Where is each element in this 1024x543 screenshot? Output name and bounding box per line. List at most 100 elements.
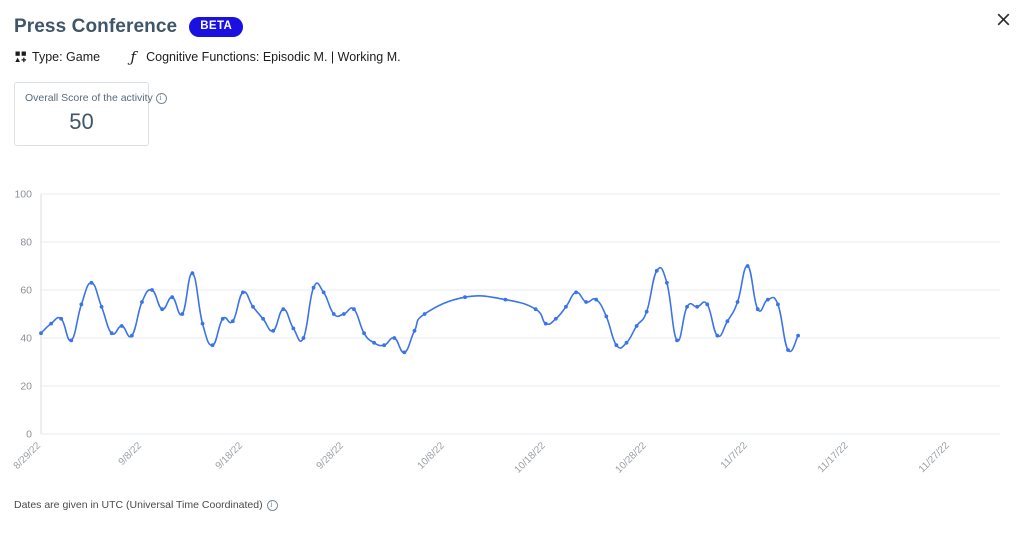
data-point[interactable] [372, 340, 377, 345]
data-point[interactable] [331, 312, 336, 316]
data-point[interactable] [412, 328, 417, 333]
data-point[interactable] [59, 316, 64, 321]
data-point[interactable] [170, 295, 175, 300]
data-point[interactable] [503, 297, 508, 302]
data-point[interactable] [382, 343, 387, 348]
data-point[interactable] [261, 316, 265, 321]
data-point[interactable] [271, 328, 276, 333]
score-over-time-chart: 0 20 40 60 80 100 8/29/22 9/8/22 9/18/22 9/28/22 1… [0, 170, 1024, 480]
timezone-note-label: Dates are given in UTC (Universal Time C… [14, 499, 263, 511]
data-point[interactable] [594, 297, 599, 302]
data-point[interactable] [119, 324, 124, 328]
data-point[interactable] [301, 336, 306, 340]
data-point[interactable] [725, 319, 730, 324]
data-point[interactable] [735, 300, 740, 304]
data-point[interactable] [39, 331, 43, 336]
data-point[interactable] [311, 285, 316, 290]
data-point[interactable] [220, 316, 225, 321]
data-point[interactable] [240, 290, 245, 295]
data-point[interactable] [715, 333, 720, 338]
info-icon[interactable] [155, 92, 167, 104]
data-point[interactable] [109, 331, 114, 336]
data-point[interactable] [140, 300, 144, 304]
series-line [40, 265, 799, 354]
data-point[interactable] [644, 309, 649, 314]
data-point[interactable] [251, 304, 255, 309]
data-point[interactable] [281, 307, 286, 312]
page-title: Press Conference [14, 16, 178, 37]
x-axis-tick: 9/28/22 [315, 440, 347, 472]
x-axis-tick-label: 10/8/22 [416, 440, 448, 472]
data-point[interactable] [543, 321, 548, 326]
data-point[interactable] [180, 312, 185, 316]
data-point[interactable] [584, 300, 589, 304]
data-point[interactable] [634, 324, 639, 328]
data-point[interactable] [422, 312, 427, 316]
title-row: Press Conference BETA [14, 16, 1006, 38]
overall-score-label-row: Overall Score of the activity [25, 92, 167, 104]
data-point[interactable] [604, 314, 609, 319]
x-axis-tick: 10/18/22 [513, 440, 549, 476]
data-point[interactable] [150, 288, 154, 292]
y-axis-tick-label: 60 [20, 285, 32, 297]
data-point[interactable] [129, 333, 134, 338]
x-axis-tick-label: 10/28/22 [613, 440, 649, 476]
data-point[interactable] [230, 319, 235, 324]
data-point[interactable] [49, 321, 53, 326]
data-point[interactable] [675, 338, 679, 343]
overall-score-card: Overall Score of the activity 50 [14, 82, 167, 146]
x-axis-tick: 11/17/22 [816, 440, 851, 475]
data-point[interactable] [553, 316, 558, 321]
data-point[interactable] [533, 307, 538, 312]
y-axis-tick-label: 80 [20, 237, 32, 249]
meta-cognitive-label: Cognitive Functions: Episodic M. | Worki… [146, 50, 401, 64]
x-axis-tick-label: 8/29/22 [12, 440, 44, 472]
data-point[interactable] [664, 280, 669, 285]
x-axis-tick: 11/27/22 [917, 440, 952, 475]
meta-type-label: Type: Game [32, 50, 101, 64]
x-axis-tick-label: 11/7/22 [719, 440, 750, 471]
data-point[interactable] [402, 350, 407, 355]
data-point[interactable] [200, 321, 205, 326]
data-point[interactable] [210, 343, 215, 348]
data-point[interactable] [190, 271, 195, 276]
data-point[interactable] [695, 304, 700, 309]
overall-score-label: Overall Score of the activity [25, 92, 153, 104]
data-point[interactable] [463, 295, 467, 300]
data-point[interactable] [321, 290, 326, 295]
x-axis-tick-label: 11/27/22 [917, 440, 952, 475]
y-axis-tick-label: 20 [20, 381, 32, 393]
data-point[interactable] [654, 268, 659, 273]
data-point[interactable] [89, 280, 94, 285]
data-point[interactable] [291, 326, 296, 331]
data-point[interactable] [776, 302, 780, 307]
data-point[interactable] [99, 304, 104, 309]
data-point[interactable] [624, 340, 629, 345]
data-point[interactable] [79, 302, 84, 307]
data-point[interactable] [352, 307, 356, 312]
data-point[interactable] [685, 304, 689, 309]
data-point[interactable] [564, 304, 568, 309]
data-point[interactable] [786, 348, 790, 352]
data-point[interactable] [614, 343, 619, 348]
data-point[interactable] [755, 307, 760, 312]
chart-svg[interactable]: 0 20 40 60 80 100 8/29/22 9/8/22 9/18/22 9/28/22 1… [0, 170, 1024, 480]
info-icon[interactable] [266, 499, 278, 511]
data-point[interactable] [69, 338, 74, 343]
close-icon[interactable] [992, 8, 1014, 30]
data-point[interactable] [745, 264, 750, 268]
header: Press Conference BETA Type: Game ƒ Cogni… [0, 0, 1024, 64]
x-axis-tick-label: 9/18/22 [214, 440, 246, 472]
data-point[interactable] [392, 336, 397, 340]
data-point[interactable] [796, 333, 801, 338]
data-point[interactable] [362, 331, 366, 336]
data-point[interactable] [705, 302, 710, 307]
y-axis-tick-label: 100 [14, 189, 32, 201]
data-point[interactable] [160, 307, 165, 312]
data-point[interactable] [574, 290, 578, 295]
y-axis-tick-label: 40 [20, 333, 32, 345]
data-point[interactable] [765, 297, 770, 302]
x-axis-tick-label: 9/28/22 [315, 440, 347, 472]
data-point[interactable] [341, 312, 346, 316]
x-axis-tick: 10/28/22 [613, 440, 649, 476]
